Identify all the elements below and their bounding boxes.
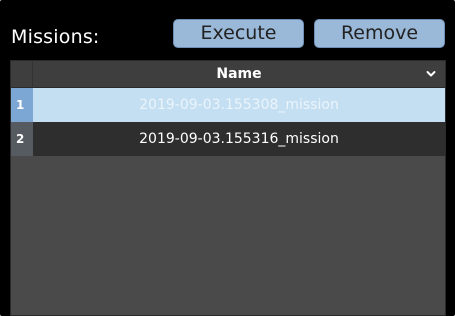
mission-name-cell[interactable]: 2019-09-03.155308_mission (33, 88, 445, 122)
chevron-down-icon[interactable] (426, 70, 436, 78)
column-header-name[interactable]: Name (33, 61, 445, 88)
table-corner-header[interactable] (11, 61, 33, 88)
missions-table: Name 1 2019-09-03.155308_mission 2 2019-… (10, 60, 446, 316)
table-row[interactable]: 2 2019-09-03.155316_mission (11, 122, 445, 156)
table-row[interactable]: 1 2019-09-03.155308_mission (11, 88, 445, 122)
execute-button[interactable]: Execute (173, 19, 304, 48)
row-index[interactable]: 2 (11, 122, 33, 156)
row-index[interactable]: 1 (11, 88, 33, 122)
missions-panel: Missions: Execute Remove Name 1 2019-09-… (0, 0, 455, 316)
mission-name-cell[interactable]: 2019-09-03.155316_mission (33, 122, 445, 156)
missions-title: Missions: (11, 26, 100, 48)
column-header-label: Name (216, 66, 262, 82)
remove-button[interactable]: Remove (314, 19, 445, 48)
